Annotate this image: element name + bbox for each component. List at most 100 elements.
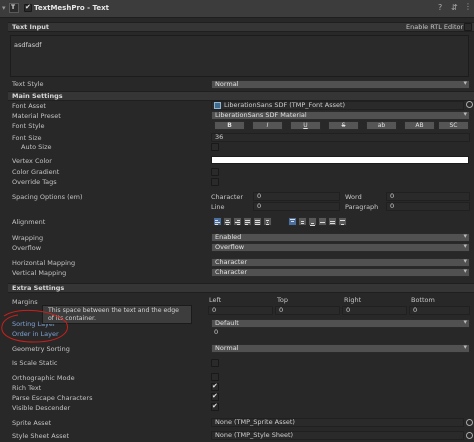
align-justified-icon[interactable]: [243, 217, 252, 226]
spacing-line-field[interactable]: 0: [253, 202, 340, 211]
vertex-color-label: Vertex Color: [12, 157, 52, 165]
align-midline-icon[interactable]: [328, 217, 337, 226]
overflow-dropdown[interactable]: Overflow: [211, 243, 470, 252]
context-menu-icon[interactable]: ⋮: [464, 2, 472, 11]
font-style-bold-button[interactable]: B: [214, 121, 245, 130]
font-asset-icon: [214, 102, 221, 109]
text-style-dropdown[interactable]: Normal: [211, 80, 470, 89]
geometry-sorting-value: Normal: [215, 344, 239, 352]
font-size-value: 36: [215, 133, 224, 141]
color-gradient-label: Color Gradient: [12, 168, 60, 176]
annotation-circle: [1, 309, 68, 343]
align-geometry-center-icon[interactable]: [263, 217, 272, 226]
material-preset-dropdown[interactable]: LiberationSans SDF Material: [211, 111, 470, 120]
align-left-icon[interactable]: [213, 217, 222, 226]
overflow-value: Overflow: [215, 243, 245, 251]
sprite-asset-value: None (TMP_Sprite Asset): [215, 418, 295, 426]
color-gradient-checkbox[interactable]: [211, 168, 219, 176]
auto-size-checkbox[interactable]: [211, 143, 219, 151]
margin-bottom-field[interactable]: 0: [409, 306, 470, 315]
style-sheet-picker-icon[interactable]: [466, 432, 473, 439]
spacing-word-field[interactable]: 0: [386, 192, 470, 201]
wrapping-value: Enabled: [215, 233, 242, 241]
font-style-underline-button[interactable]: U: [290, 121, 321, 130]
align-top-icon[interactable]: [288, 217, 297, 226]
align-capline-icon[interactable]: [338, 217, 347, 226]
auto-size-label: Auto Size: [21, 143, 52, 151]
order-in-layer-field[interactable]: 0: [211, 329, 470, 338]
margin-bottom-label: Bottom: [411, 296, 435, 304]
horizontal-mapping-label: Horizontal Mapping: [12, 259, 76, 267]
sprite-asset-picker-icon[interactable]: [466, 419, 473, 426]
align-bottom-icon[interactable]: [308, 217, 317, 226]
rich-text-label: Rich Text: [12, 384, 42, 392]
sprite-asset-field[interactable]: None (TMP_Sprite Asset): [211, 418, 464, 427]
spacing-character-value: 0: [257, 192, 262, 200]
font-style-label: Font Style: [12, 122, 45, 130]
spacing-word-label: Word: [345, 193, 362, 201]
text-input-area[interactable]: asdfasdf: [10, 35, 469, 77]
font-asset-field[interactable]: LiberationSans SDF (TMP_Font Asset): [211, 101, 464, 110]
orthographic-mode-label: Orthographic Mode: [12, 374, 75, 382]
rich-text-checkbox[interactable]: [211, 382, 219, 391]
tmp-component-icon: T: [9, 3, 19, 13]
font-style-italic-button[interactable]: I: [252, 121, 283, 130]
font-size-field[interactable]: 36: [211, 133, 470, 142]
vertex-color-swatch[interactable]: [211, 156, 469, 164]
align-baseline-icon[interactable]: [318, 217, 327, 226]
margin-right-field[interactable]: 0: [342, 306, 407, 315]
font-style-strikethrough-button[interactable]: S: [328, 121, 359, 130]
order-in-layer-value: 0: [214, 329, 219, 336]
is-scale-static-checkbox[interactable]: [211, 359, 219, 367]
spacing-line-label: Line: [211, 203, 225, 211]
style-sheet-field[interactable]: None (TMP_Style Sheet): [211, 431, 464, 440]
spacing-line-value: 0: [257, 202, 262, 210]
component-enabled-checkbox[interactable]: [24, 3, 32, 12]
spacing-paragraph-field[interactable]: 0: [386, 202, 470, 211]
margin-top-value: 0: [279, 306, 284, 314]
extra-settings-section-label: Extra Settings: [12, 284, 65, 292]
margin-top-field[interactable]: 0: [275, 306, 340, 315]
font-size-label: Font Size: [12, 134, 42, 142]
main-settings-section-header[interactable]: Main Settings: [8, 91, 474, 101]
font-style-smallcaps-button[interactable]: SC: [438, 121, 469, 130]
margin-bottom-value: 0: [413, 306, 418, 314]
orthographic-mode-checkbox[interactable]: [211, 373, 219, 381]
material-preset-label: Material Preset: [12, 112, 61, 120]
align-middle-icon[interactable]: [298, 217, 307, 226]
foldout-arrow-icon[interactable]: ▾: [2, 4, 6, 13]
font-style-uppercase-button[interactable]: AB: [404, 121, 435, 130]
extra-settings-section-header[interactable]: Extra Settings: [8, 283, 474, 293]
presets-icon[interactable]: ⇵: [451, 3, 458, 12]
help-icon[interactable]: ?: [438, 3, 442, 12]
align-flush-icon[interactable]: [253, 217, 262, 226]
vertical-mapping-dropdown[interactable]: Character: [211, 268, 470, 277]
align-right-icon[interactable]: [233, 217, 242, 226]
enable-rtl-checkbox[interactable]: [464, 23, 472, 31]
margin-left-field[interactable]: 0: [208, 306, 273, 315]
sorting-layer-dropdown[interactable]: Default: [211, 319, 470, 328]
font-asset-picker-icon[interactable]: [466, 101, 473, 108]
spacing-character-field[interactable]: 0: [253, 192, 340, 201]
parse-escape-label: Parse Escape Characters: [12, 394, 93, 402]
override-tags-checkbox[interactable]: [211, 178, 219, 186]
visible-descender-checkbox[interactable]: [211, 402, 219, 411]
parse-escape-checkbox[interactable]: [211, 392, 219, 401]
alignment-label: Alignment: [12, 218, 46, 226]
margin-left-label: Left: [209, 296, 222, 304]
margins-label: Margins: [12, 298, 38, 306]
wrapping-dropdown[interactable]: Enabled: [211, 233, 470, 242]
geometry-sorting-dropdown[interactable]: Normal: [211, 344, 470, 353]
is-scale-static-label: Is Scale Static: [12, 359, 58, 367]
text-style-value: Normal: [215, 80, 239, 88]
main-settings-section-label: Main Settings: [12, 92, 63, 100]
align-center-icon[interactable]: [223, 217, 232, 226]
text-input-value: asdfasdf: [14, 41, 42, 49]
style-sheet-value: None (TMP_Style Sheet): [215, 431, 294, 439]
text-input-section-header[interactable]: Text Input: [8, 22, 474, 32]
font-style-lowercase-button[interactable]: ab: [366, 121, 397, 130]
wrapping-label: Wrapping: [12, 234, 44, 242]
horizontal-mapping-dropdown[interactable]: Character: [211, 258, 470, 267]
font-asset-label: Font Asset: [12, 102, 46, 110]
margin-right-label: Right: [344, 296, 362, 304]
